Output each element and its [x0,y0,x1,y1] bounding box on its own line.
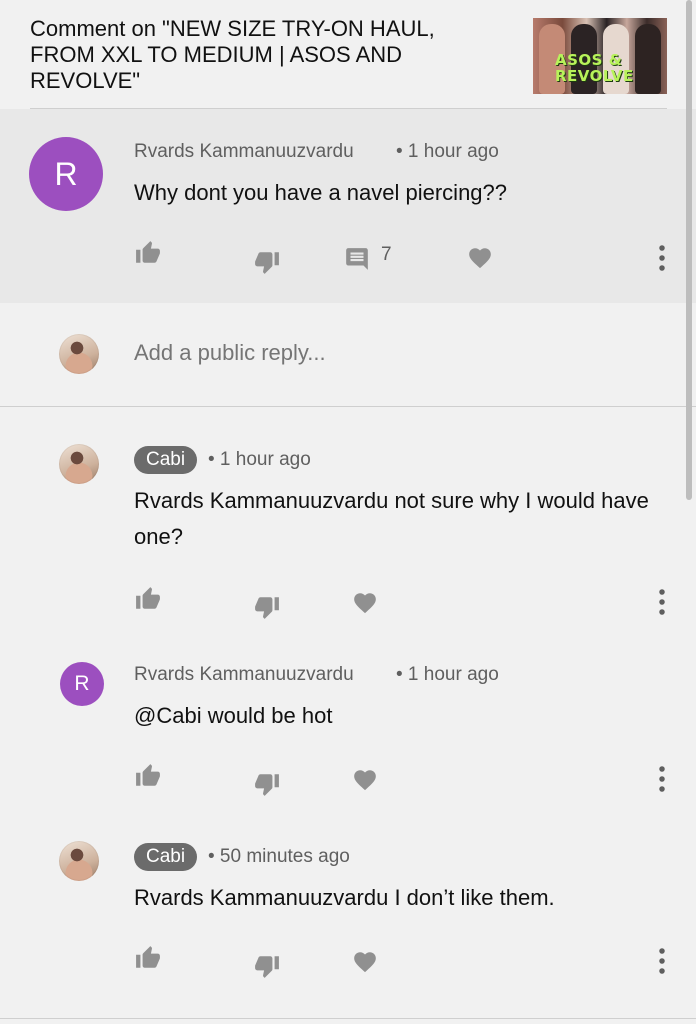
avatar-letter: R [74,672,90,695]
more-vert-icon[interactable] [652,946,672,976]
reply-time: • 1 hour ago [396,664,499,685]
thumbs-up-icon[interactable] [134,763,162,789]
more-vert-icon[interactable] [652,587,672,617]
scrollbar[interactable] [686,0,692,500]
reply-text: Rvards Kammanuuzvardu I don’t like them. [134,885,555,910]
reply-count[interactable]: 7 [381,244,392,266]
video-thumbnail[interactable]: ASOS & REVOLVE [533,18,667,94]
reply-divider [0,406,696,407]
thumbnail-text: ASOS & REVOLVE [555,51,634,85]
reply-text: @Cabi would be hot [134,703,333,728]
more-vert-icon[interactable] [652,243,672,273]
thumbs-down-icon[interactable] [253,953,281,979]
thumbs-up-icon[interactable] [134,240,162,266]
thumbs-down-icon[interactable] [253,594,281,620]
avatar[interactable]: R [29,137,103,211]
bottom-divider [0,1018,696,1019]
comment-time: • 1 hour ago [396,141,499,162]
heart-icon[interactable] [351,767,379,793]
avatar[interactable] [59,841,99,881]
main-comment: R Rvards Kammanuuzvardu • 1 hour ago Why… [0,109,696,303]
comment-text: Why dont you have a navel piercing?? [134,180,508,205]
heart-icon[interactable] [466,245,494,271]
reply-time: • 50 minutes ago [208,846,350,867]
thumbs-up-icon[interactable] [134,586,162,612]
author-chip[interactable]: Cabi [134,843,198,871]
reply-text: Rvards Kammanuuzvardu not sure why I wou… [134,488,649,549]
thumbs-down-icon[interactable] [253,771,281,797]
comment-icon[interactable] [344,246,370,272]
comment-author[interactable]: Rvards Kammanuuzvardu [134,141,354,163]
avatar-letter: R [54,155,78,192]
avatar[interactable] [59,444,99,484]
heart-icon[interactable] [351,949,379,975]
reply-author[interactable]: Rvards Kammanuuzvardu [134,664,354,686]
video-title: Comment on "NEW SIZE TRY-ON HAUL, FROM X… [30,16,435,93]
author-chip[interactable]: Cabi [134,446,198,474]
avatar[interactable]: R [60,662,104,706]
reply-input[interactable] [134,340,654,366]
thumbs-down-icon[interactable] [253,249,281,275]
comment-header: Comment on "NEW SIZE TRY-ON HAUL, FROM X… [0,0,696,108]
avatar [59,334,99,374]
reply-time: • 1 hour ago [208,449,311,470]
heart-icon[interactable] [351,590,379,616]
more-vert-icon[interactable] [652,764,672,794]
thumbs-up-icon[interactable] [134,945,162,971]
